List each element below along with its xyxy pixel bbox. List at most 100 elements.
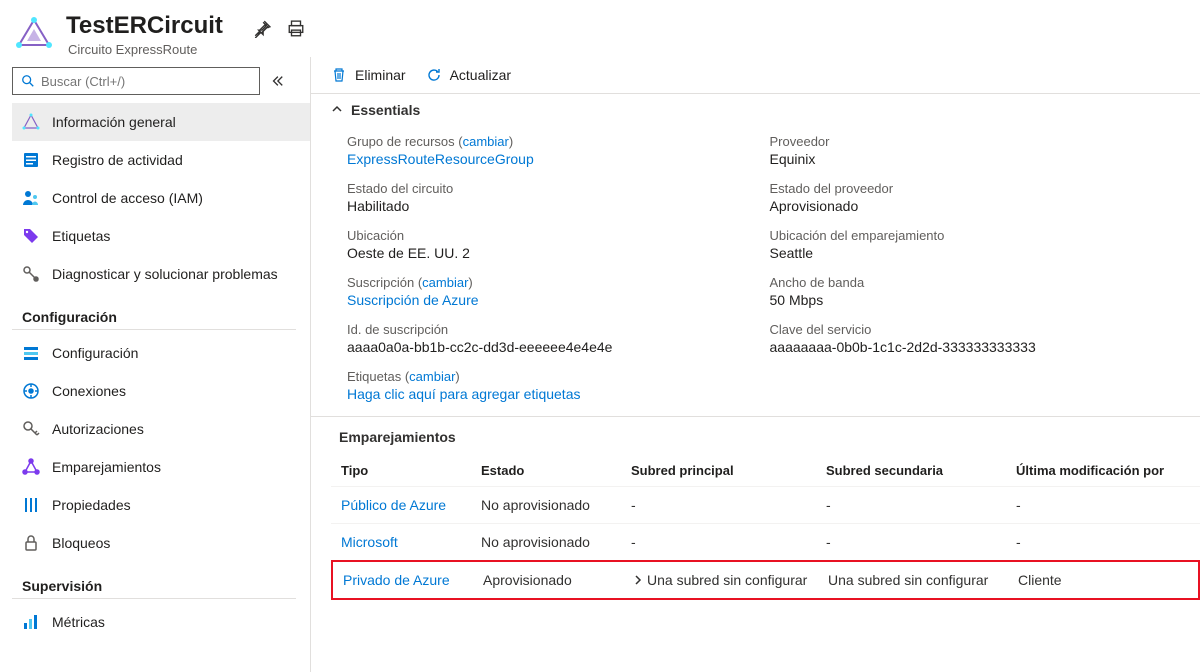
refresh-button[interactable]: Actualizar [426,67,511,83]
sidebar-item-label: Emparejamientos [52,459,161,475]
change-sub-link[interactable]: cambiar [422,275,468,290]
resource-logo [16,17,52,53]
col-status[interactable]: Estado [481,463,631,478]
collapse-sidebar-icon[interactable] [270,74,284,88]
essentials-toggle[interactable]: Essentials [311,93,1200,126]
refresh-icon [426,67,442,83]
field-resource-group: Grupo de recursos (cambiar) ExpressRoute… [347,134,750,167]
diagnose-icon [22,265,40,283]
cell: - [1016,534,1190,550]
sidebar-item-label: Autorizaciones [52,421,144,437]
sidebar-item-authorizations[interactable]: Autorizaciones [12,410,310,448]
sidebar-item-configuration[interactable]: Configuración [12,334,310,372]
peerings-table: Tipo Estado Subred principal Subred secu… [331,455,1200,600]
sidebar-item-label: Propiedades [52,497,131,513]
delete-button[interactable]: Eliminar [331,67,406,83]
field-tags: Etiquetas (cambiar) Haga clic aquí para … [347,369,1172,402]
sidebar-item-tags[interactable]: Etiquetas [12,217,310,255]
chevron-right-icon [633,572,643,588]
sidebar-item-label: Etiquetas [52,228,110,244]
field-bandwidth: Ancho de banda 50 Mbps [770,275,1173,308]
col-last-modified[interactable]: Última modificación por [1016,463,1190,478]
col-type[interactable]: Tipo [341,463,481,478]
section-header-supervision: Supervisión [12,562,296,599]
sidebar-item-properties[interactable]: Propiedades [12,486,310,524]
resource-type: Circuito ExpressRoute [68,42,223,57]
col-primary-subnet[interactable]: Subred principal [631,463,826,478]
cell: Cliente [1018,572,1188,588]
command-bar: Eliminar Actualizar [311,63,1200,93]
peerings-icon [22,458,40,476]
sidebar-item-label: Métricas [52,614,105,630]
main-content: Eliminar Actualizar Essentials Grupo de … [310,57,1200,672]
search-box[interactable] [12,67,260,95]
table-row[interactable]: Público de Azure No aprovisionado - - - [331,486,1200,523]
peering-type-link[interactable]: Privado de Azure [343,572,483,588]
field-service-key: Clave del servicio aaaaaaaa-0b0b-1c1c-2d… [770,322,1173,355]
connections-icon [22,382,40,400]
sidebar-item-label: Configuración [52,345,138,361]
chevron-up-icon [331,102,343,118]
change-tags-link[interactable]: cambiar [409,369,455,384]
refresh-label: Actualizar [450,67,511,83]
field-subscription-id: Id. de suscripción aaaa0a0a-bb1b-cc2c-dd… [347,322,750,355]
sidebar-item-locks[interactable]: Bloqueos [12,524,310,562]
tag-icon [22,227,40,245]
cell: Una subred sin configurar [828,572,1018,588]
sidebar-item-label: Registro de actividad [52,152,183,168]
activity-log-icon [22,151,40,169]
sidebar-item-overview[interactable]: Información general [12,103,310,141]
sidebar-item-peerings[interactable]: Emparejamientos [12,448,310,486]
delete-label: Eliminar [355,67,406,83]
page-title: TestERCircuit [66,12,223,40]
table-row-highlighted[interactable]: Privado de Azure Aprovisionado Una subre… [331,560,1200,600]
peering-type-link[interactable]: Público de Azure [341,497,481,513]
col-secondary-subnet[interactable]: Subred secundaria [826,463,1016,478]
sidebar-item-label: Información general [52,114,176,130]
iam-icon [22,189,40,207]
sidebar-item-connections[interactable]: Conexiones [12,372,310,410]
sub-value-link[interactable]: Suscripción de Azure [347,292,750,308]
sidebar-item-label: Control de acceso (IAM) [52,190,203,206]
field-provider: Proveedor Equinix [770,134,1173,167]
sidebar-item-diagnose[interactable]: Diagnosticar y solucionar problemas [12,255,310,293]
blade-header: TestERCircuit Circuito ExpressRoute [0,0,1200,57]
print-icon[interactable] [287,20,305,38]
table-row[interactable]: Microsoft No aprovisionado - - - [331,523,1200,560]
cell: - [631,534,826,550]
sidebar-item-label: Diagnosticar y solucionar problemas [52,266,278,282]
sidebar-item-activity-log[interactable]: Registro de actividad [12,141,310,179]
sidebar-item-metrics[interactable]: Métricas [12,603,310,641]
pin-icon[interactable] [253,20,271,38]
cell: - [826,497,1016,513]
config-icon [22,344,40,362]
cell: - [1016,497,1190,513]
field-location: Ubicación Oeste de EE. UU. 2 [347,228,750,261]
add-tags-link[interactable]: Haga clic aquí para agregar etiquetas [347,386,1172,402]
rg-value-link[interactable]: ExpressRouteResourceGroup [347,151,750,167]
change-rg-link[interactable]: cambiar [463,134,509,149]
cell: No aprovisionado [481,497,631,513]
field-peering-location: Ubicación del emparejamiento Seattle [770,228,1173,261]
metrics-icon [22,613,40,631]
field-circuit-status: Estado del circuito Habilitado [347,181,750,214]
sidebar-item-label: Bloqueos [52,535,110,551]
essentials-grid: Grupo de recursos (cambiar) ExpressRoute… [311,126,1200,416]
cell: - [826,534,1016,550]
search-icon [21,74,35,88]
key-icon [22,420,40,438]
search-input[interactable] [41,74,251,89]
cell: - [631,497,826,513]
field-subscription: Suscripción (cambiar) Suscripción de Azu… [347,275,750,308]
triangle-icon [22,113,40,131]
sidebar: Información general Registro de activida… [0,57,310,672]
cell: Aprovisionado [483,572,633,588]
properties-icon [22,496,40,514]
table-header: Tipo Estado Subred principal Subred secu… [331,455,1200,486]
trash-icon [331,67,347,83]
field-provider-status: Estado del proveedor Aprovisionado [770,181,1173,214]
peering-type-link[interactable]: Microsoft [341,534,481,550]
lock-icon [22,534,40,552]
sidebar-item-iam[interactable]: Control de acceso (IAM) [12,179,310,217]
peerings-section-header: Emparejamientos [311,416,1200,455]
